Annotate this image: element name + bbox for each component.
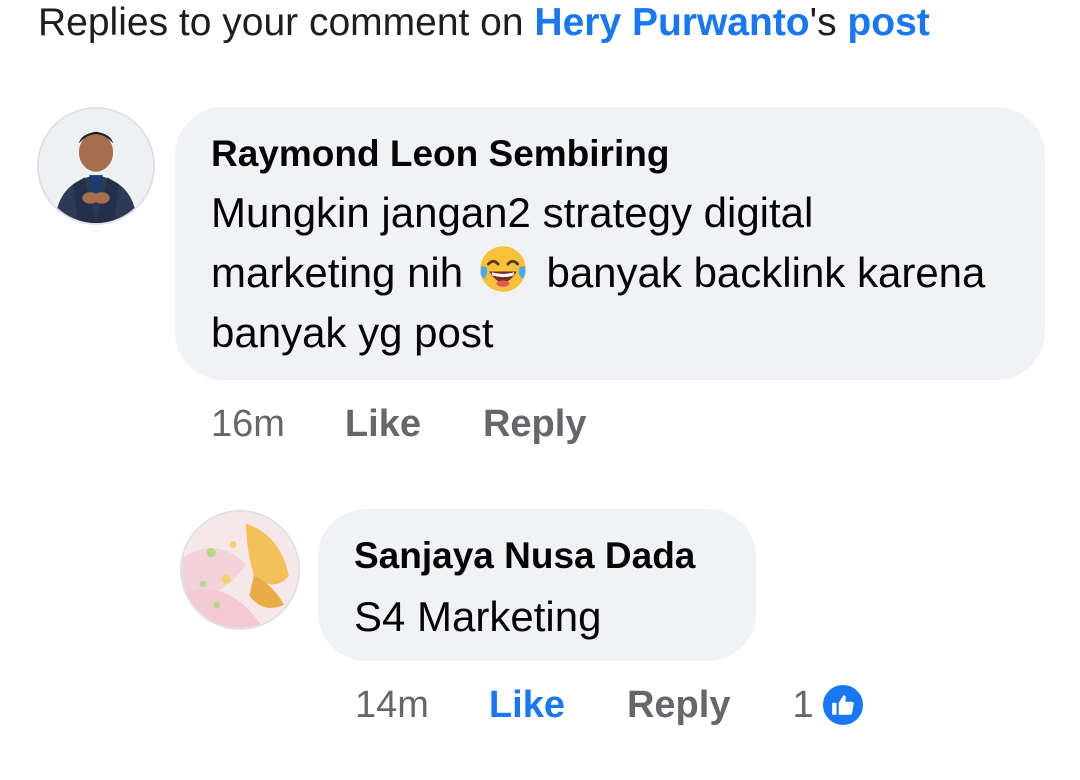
avatar[interactable] xyxy=(37,107,155,225)
header-possessive: 's xyxy=(809,1,848,44)
comment-actions: 16m Like Reply xyxy=(211,402,648,446)
comment-text: S4 Marketing xyxy=(354,593,602,640)
like-button[interactable]: Like xyxy=(489,683,565,727)
comment-timestamp[interactable]: 14m xyxy=(355,683,429,727)
post-author-link[interactable]: Hery Purwanto xyxy=(534,1,809,44)
comment-bubble[interactable]: Raymond Leon Sembiring Mungkin jangan2 s… xyxy=(175,107,1045,380)
comment-author[interactable]: Raymond Leon Sembiring xyxy=(211,133,1009,175)
reaction-summary[interactable]: 1 xyxy=(792,682,866,728)
reply-button[interactable]: Reply xyxy=(627,683,730,727)
comment-timestamp[interactable]: 16m xyxy=(211,402,285,446)
reaction-count: 1 xyxy=(792,684,814,726)
comment-text: Mungkin jangan2 strategy digital marketi… xyxy=(211,183,1009,363)
face-with-tears-of-joy-icon xyxy=(480,246,526,292)
avatar-image-sanjaya xyxy=(182,512,298,628)
reply-bubble[interactable]: Sanjaya Nusa Dada S4 Marketing xyxy=(318,509,756,661)
comment-author[interactable]: Sanjaya Nusa Dada xyxy=(354,535,720,577)
comment-actions: 14m Like Reply 1 xyxy=(355,682,866,728)
notification-header: Replies to your comment on Hery Purwanto… xyxy=(38,0,930,46)
reply-button[interactable]: Reply xyxy=(483,402,586,446)
header-prefix: Replies to your comment on xyxy=(38,1,535,44)
avatar[interactable] xyxy=(180,510,300,630)
thumbs-up-icon xyxy=(819,682,866,728)
like-button[interactable]: Like xyxy=(345,402,421,446)
post-link[interactable]: post xyxy=(847,1,929,44)
avatar-image-raymond xyxy=(39,109,153,223)
